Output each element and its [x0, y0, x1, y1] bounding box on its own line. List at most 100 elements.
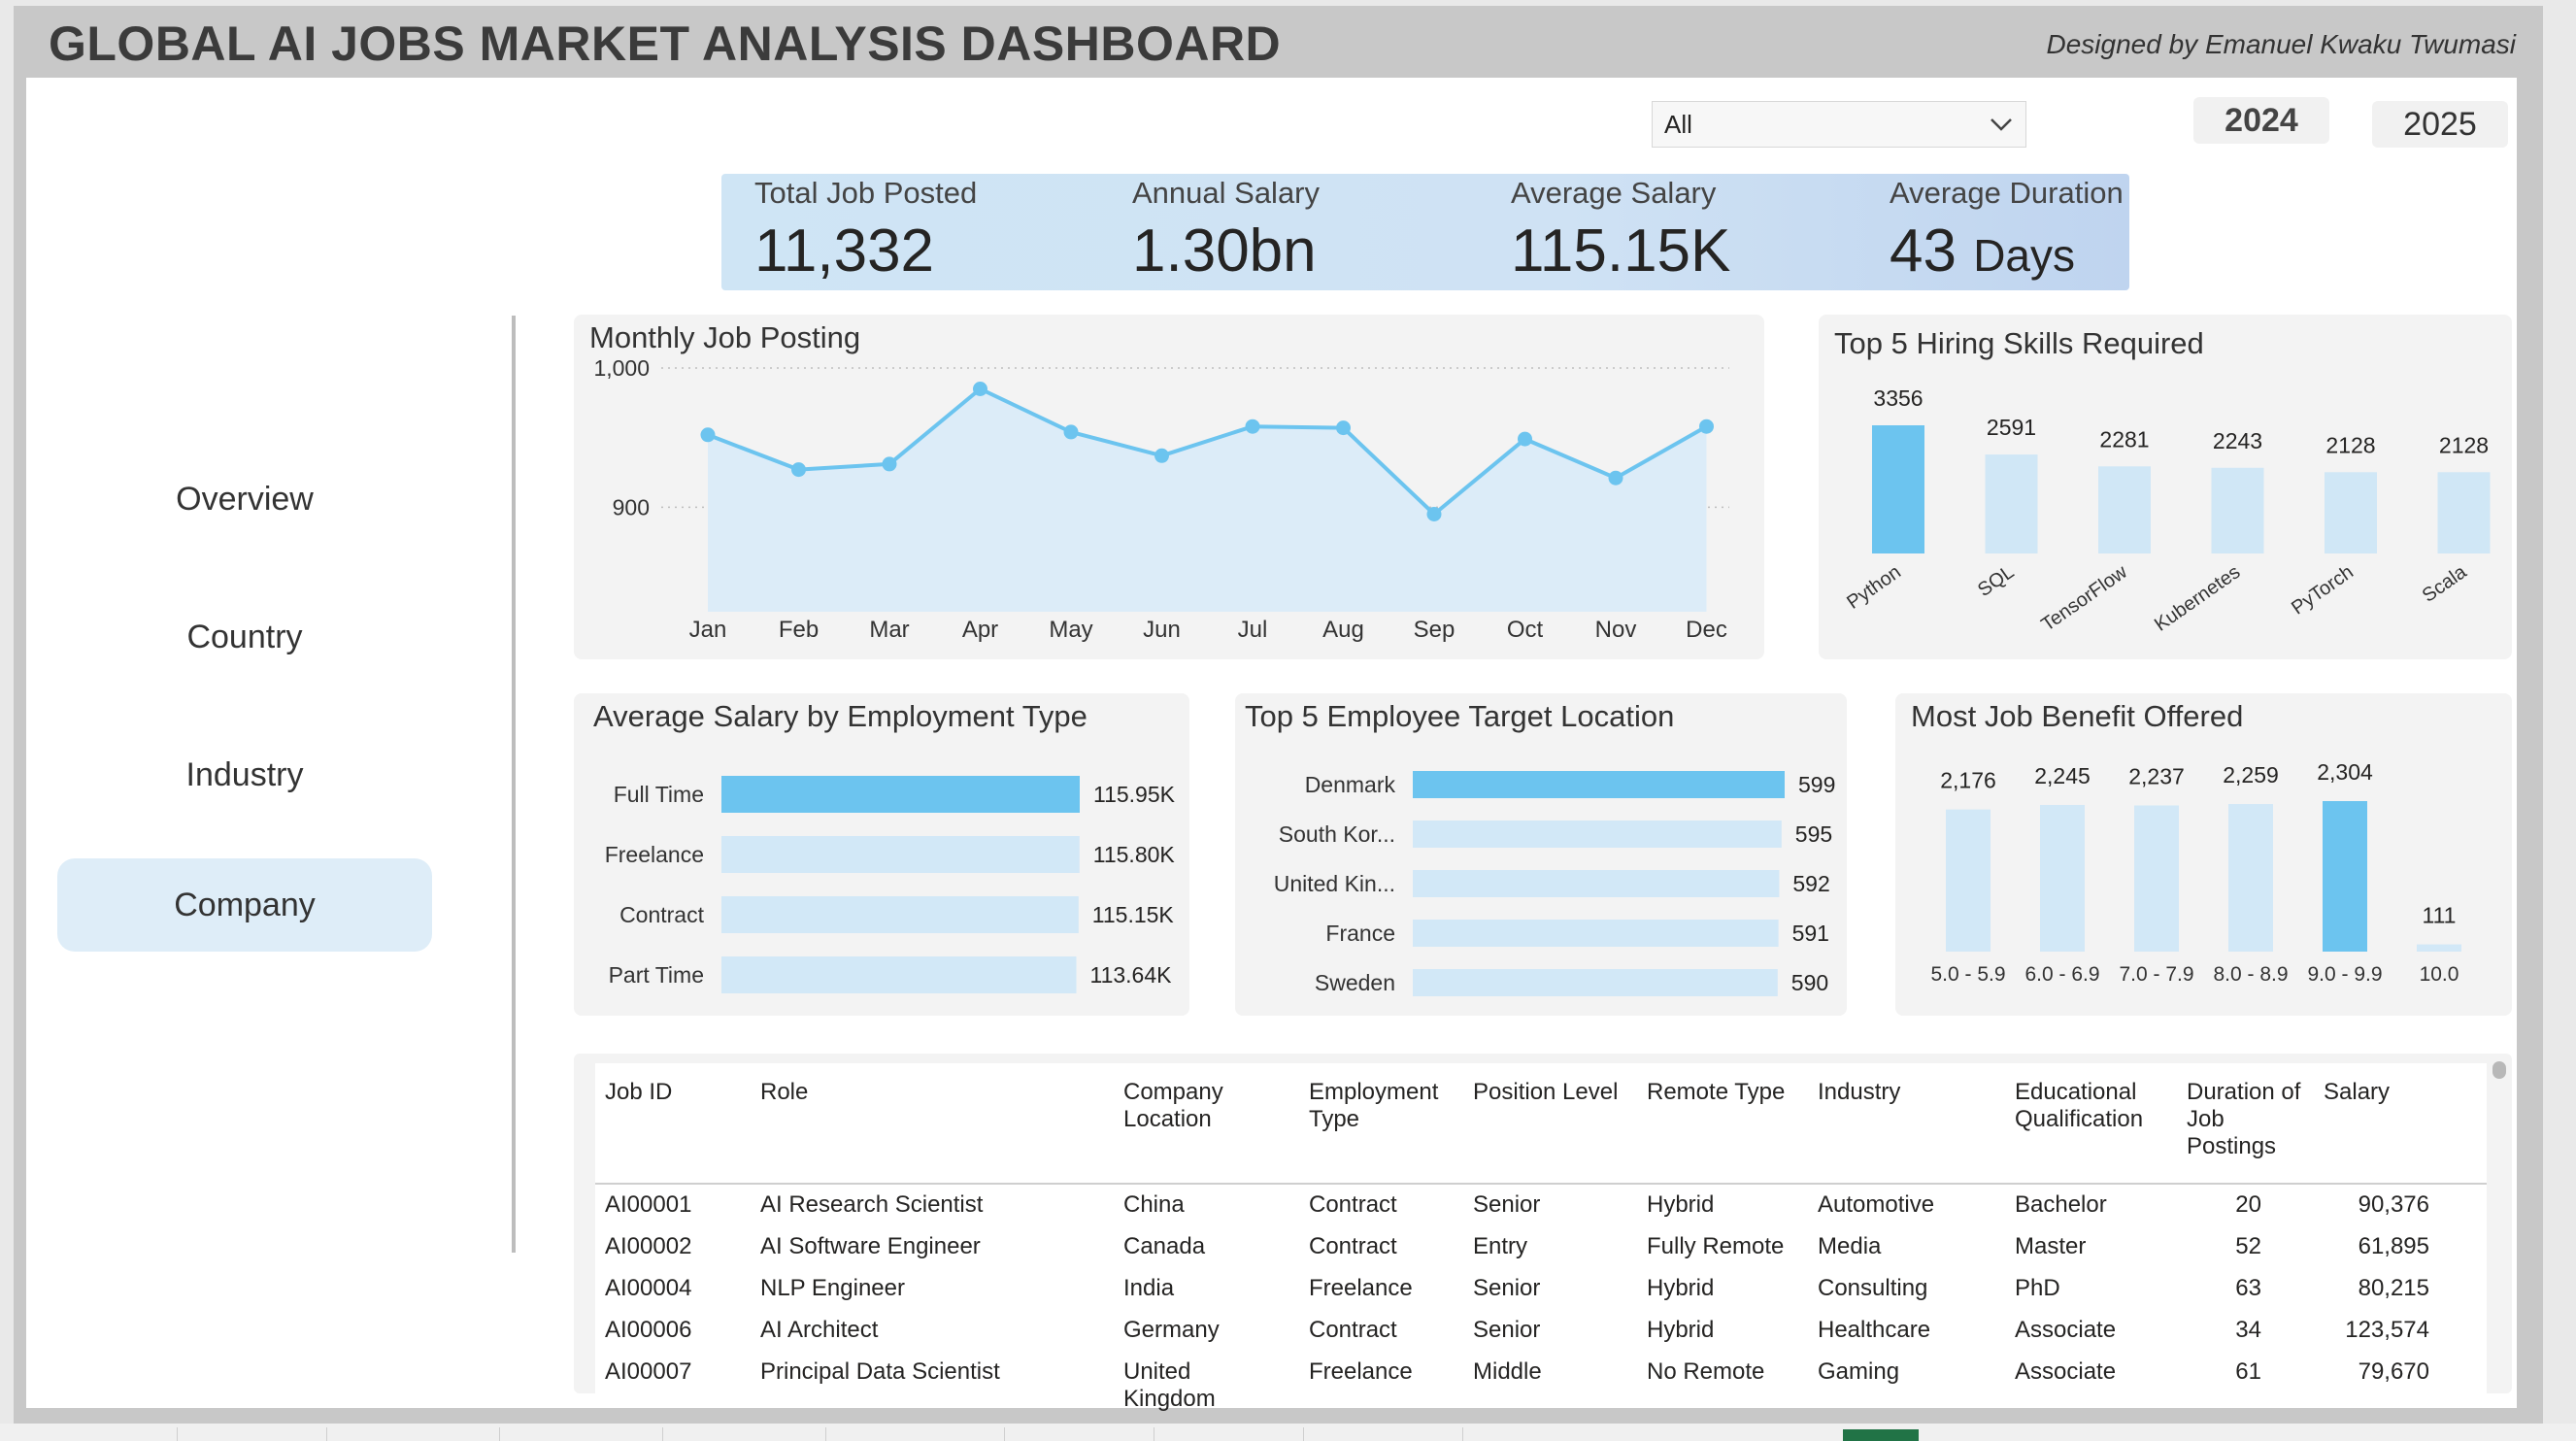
table-cell: Freelance	[1309, 1275, 1413, 1301]
table-cell: Principal Data Scientist	[760, 1358, 1000, 1385]
table-cell: AI00007	[605, 1358, 692, 1385]
kpi-band: Total Job Posted 11,332 Annual Salary 1.…	[721, 174, 2129, 290]
table-cell: 123,574	[2345, 1317, 2429, 1343]
column-header[interactable]: Position Level	[1473, 1079, 1648, 1106]
bar	[2323, 801, 2367, 952]
data-label: 115.95K	[1093, 782, 1176, 807]
data-label: 2128	[2439, 432, 2489, 457]
x-tick-label: 6.0 - 6.9	[2024, 963, 2099, 986]
year-2025-button[interactable]: 2025	[2372, 101, 2508, 148]
bottom-tab-strip	[0, 1424, 2576, 1441]
data-point	[791, 462, 806, 478]
bar	[1413, 870, 1780, 897]
x-tick-label: Sep	[1414, 617, 1455, 643]
table-cell: Germany	[1123, 1317, 1220, 1343]
filter-dropdown-value: All	[1664, 109, 1692, 139]
kpi-annual-salary: Annual Salary 1.30bn	[1132, 174, 1320, 285]
column-header[interactable]: Industry	[1818, 1079, 1900, 1106]
table-scrollbar[interactable]	[2492, 1061, 2506, 1079]
data-point	[973, 382, 987, 396]
bar	[2211, 467, 2264, 553]
location-chart: Denmark 599 South Kor... 595 United Kin... 59…	[1274, 771, 1835, 996]
data-point	[1245, 419, 1260, 434]
category-label: Contract	[619, 902, 705, 927]
table-cell: Freelance	[1309, 1358, 1413, 1385]
data-point	[1426, 507, 1442, 521]
category-label: France	[1325, 921, 1395, 946]
nav-country[interactable]: Country	[57, 590, 432, 684]
nav-overview[interactable]: Overview	[57, 452, 432, 546]
bar	[1413, 821, 1782, 848]
x-tick-label: TensorFlow	[2037, 561, 2131, 636]
data-label: 113.64K	[1090, 962, 1173, 988]
bar	[721, 896, 1079, 933]
table-cell: Senior	[1473, 1317, 1541, 1343]
table-cell: Senior	[1473, 1191, 1541, 1218]
data-label: 115.15K	[1092, 902, 1175, 927]
table-cell: 20	[2235, 1191, 2261, 1218]
table-cell: NLP Engineer	[760, 1275, 905, 1301]
benefit-panel: Most Job Benefit Offered 2,176 5.0 - 5.9 2…	[1895, 693, 2512, 1016]
kpi-value: 115.15K	[1511, 217, 1730, 285]
bar	[1413, 771, 1785, 798]
salary-type-panel: Average Salary by Employment Type Full T…	[574, 693, 1189, 1016]
column-header[interactable]: Role	[760, 1079, 808, 1106]
table-cell: 79,670	[2358, 1358, 2429, 1385]
bottom-tab-divider	[1462, 1427, 1463, 1441]
kpi-label: Annual Salary	[1132, 176, 1321, 210]
kpi-value: 1.30bn	[1132, 217, 1320, 285]
x-tick-label: PyTorch	[2288, 561, 2358, 619]
nav-company[interactable]: Company	[57, 858, 432, 952]
column-header[interactable]: Employment Type	[1309, 1079, 1455, 1133]
data-point	[1518, 431, 1532, 447]
x-tick-label: Nov	[1595, 617, 1637, 643]
column-header[interactable]: Educational Qualification	[2015, 1079, 2170, 1133]
active-sheet-tab[interactable]	[1843, 1429, 1919, 1441]
table-cell: AI00004	[605, 1275, 692, 1301]
table-cell: China	[1123, 1191, 1185, 1218]
jobs-table[interactable]: Job ID Role Company Location Employment …	[595, 1063, 2487, 1412]
data-label: 2591	[1987, 415, 2036, 440]
data-label: 2,304	[2317, 759, 2373, 785]
column-header[interactable]: Duration of Job Postings	[2187, 1079, 2313, 1160]
nav-industry[interactable]: Industry	[57, 728, 432, 821]
data-point	[1154, 448, 1169, 463]
table-cell: Master	[2015, 1233, 2087, 1259]
table-cell: 61,895	[2358, 1233, 2429, 1259]
skills-panel: Top 5 Hiring Skills Required 3356 Python 2…	[1819, 315, 2512, 659]
bar	[2325, 472, 2377, 553]
table-cell: Bachelor	[2015, 1191, 2107, 1218]
table-cell: 61	[2235, 1358, 2261, 1385]
table-cell: Contract	[1309, 1233, 1397, 1259]
location-panel: Top 5 Employee Target Location Denmark 59…	[1235, 693, 1847, 1016]
bar	[2134, 805, 2179, 952]
bottom-tab-divider	[177, 1427, 178, 1441]
category-label: Freelance	[605, 842, 704, 867]
data-label: 2,237	[2128, 764, 2185, 789]
table-cell: Contract	[1309, 1191, 1397, 1218]
data-label: 2,259	[2223, 762, 2279, 788]
table-cell: Associate	[2015, 1358, 2117, 1385]
x-tick-label: Feb	[779, 617, 819, 643]
data-point	[1063, 424, 1079, 440]
column-header[interactable]: Remote Type	[1647, 1079, 1785, 1106]
bar	[1413, 920, 1779, 947]
nav-overview-label: Overview	[176, 480, 314, 518]
x-tick-label: 9.0 - 9.9	[2307, 963, 2382, 986]
data-point	[1608, 470, 1623, 486]
column-header[interactable]: Salary	[2324, 1079, 2390, 1106]
kpi-label: Average Salary	[1511, 176, 1717, 210]
table-cell: No Remote	[1647, 1358, 1765, 1385]
category-label: Part Time	[609, 962, 704, 988]
year-2025-label: 2025	[2403, 105, 2477, 143]
filter-dropdown[interactable]: All	[1652, 101, 2026, 148]
x-tick-label: 8.0 - 8.9	[2213, 963, 2288, 986]
salary-type-chart: Full Time 115.95K Freelance 115.80K Contract…	[605, 776, 1176, 993]
column-header[interactable]: Job ID	[605, 1079, 672, 1106]
x-tick-label: May	[1049, 617, 1092, 643]
table-cell: AI00006	[605, 1317, 692, 1343]
column-header[interactable]: Company Location	[1123, 1079, 1240, 1133]
year-2024-button[interactable]: 2024	[2193, 97, 2329, 144]
year-2024-label: 2024	[2225, 101, 2298, 139]
table-cell: India	[1123, 1275, 1175, 1301]
